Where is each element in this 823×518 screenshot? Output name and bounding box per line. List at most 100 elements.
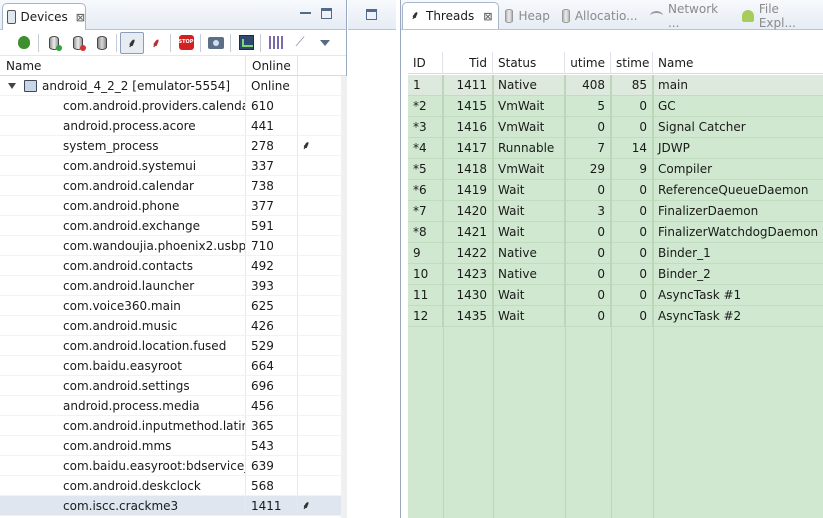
thread-id-cell: *5 <box>408 159 443 180</box>
process-row[interactable]: com.baidu.easyroot:bdservice_v 639 <box>0 456 341 476</box>
thread-stime-cell: 0 <box>611 96 653 117</box>
stop-process-button[interactable]: STOP <box>174 32 198 54</box>
process-port: 738 <box>246 176 298 195</box>
process-row[interactable]: com.android.inputmethod.latin 365 <box>0 416 341 436</box>
process-port: 426 <box>246 316 298 335</box>
thread-tid-cell: 1418 <box>443 159 493 180</box>
cause-gc-button[interactable] <box>90 32 114 54</box>
column-header-stime[interactable]: stime <box>611 52 653 74</box>
process-row[interactable]: com.voice360.main 625 <box>0 296 341 316</box>
threads-view: ⸙ Threads ⊠ Heap Allocatio... Network ... File… <box>400 0 823 518</box>
maximize-icon[interactable] <box>321 8 332 19</box>
screen-capture-icon <box>208 36 224 49</box>
thread-row[interactable]: 10 1423 Native 0 0 Binder_2 <box>408 264 823 285</box>
process-port: 696 <box>246 376 298 395</box>
thread-id-cell: 10 <box>408 264 443 285</box>
thread-row[interactable]: *8 1421 Wait 0 0 FinalizerWatchdogDaemon <box>408 222 823 243</box>
process-row[interactable]: com.iscc.crackme3 1411 ⸙ <box>0 496 341 516</box>
thread-row[interactable]: *2 1415 VmWait 5 0 GC <box>408 96 823 117</box>
update-threads-button[interactable]: ⸙ <box>120 31 144 54</box>
thread-row[interactable]: 11 1430 Wait 0 0 AsyncTask #1 <box>408 285 823 306</box>
process-row[interactable]: com.android.contacts 492 <box>0 256 341 276</box>
thread-name-cell: JDWP <box>658 141 690 155</box>
thread-row[interactable]: *6 1419 Wait 0 0 ReferenceQueueDaemon <box>408 180 823 201</box>
process-name: com.android.settings <box>0 376 246 395</box>
process-row[interactable]: com.android.exchange 591 <box>0 216 341 236</box>
expand-arrow-icon[interactable] <box>8 82 16 89</box>
update-threads-icon: ⸙ <box>127 35 137 50</box>
process-row[interactable]: com.android.providers.calenda 610 <box>0 96 341 116</box>
update-heap-button[interactable] <box>42 32 66 54</box>
process-name: com.android.mms <box>0 436 246 455</box>
process-row[interactable]: com.android.deskclock 568 <box>0 476 341 496</box>
thread-row[interactable]: 12 1435 Wait 0 0 AsyncTask #2 <box>408 306 823 327</box>
tab-file-explorer[interactable]: File Expl... <box>736 2 823 30</box>
process-row[interactable]: com.android.launcher 393 <box>0 276 341 296</box>
column-header-debug[interactable] <box>298 56 341 75</box>
device-row[interactable]: android_4_2_2 [emulator-5554] Online <box>0 76 341 96</box>
process-row[interactable]: com.android.mms 543 <box>0 436 341 456</box>
column-header-thread-name[interactable]: Name <box>653 52 823 74</box>
thread-row[interactable]: *7 1420 Wait 3 0 FinalizerDaemon <box>408 201 823 222</box>
thread-row[interactable]: *5 1418 VmWait 29 9 Compiler <box>408 159 823 180</box>
tab-allocation-tracker[interactable]: Allocatio... <box>556 2 644 29</box>
process-row[interactable]: system_process 278 ⸙ <box>0 136 341 156</box>
update-heap-icon <box>49 35 62 51</box>
thread-tid-cell: 1430 <box>443 285 493 306</box>
process-name: com.android.calendar <box>0 176 246 195</box>
restore-icon[interactable] <box>366 9 377 20</box>
device-monitor-icon <box>24 79 37 92</box>
devices-scrollbar[interactable] <box>341 76 347 518</box>
column-header-id[interactable]: ID <box>408 52 443 74</box>
dump-hprof-button[interactable] <box>66 32 90 54</box>
process-row[interactable]: com.android.calendar 738 <box>0 176 341 196</box>
systrace-button[interactable] <box>234 32 258 54</box>
tab-threads[interactable]: ⸙ Threads ⊠ <box>402 2 500 29</box>
process-row[interactable]: com.android.phone 377 <box>0 196 341 216</box>
process-name: com.android.providers.calenda <box>0 96 246 115</box>
thread-row[interactable]: *4 1417 Runnable 7 14 JDWP <box>408 138 823 159</box>
start-method-profiling-button[interactable]: ⸙ <box>144 32 168 54</box>
opengl-trace-button[interactable] <box>264 32 288 54</box>
tab-network-statistics[interactable]: Network ... <box>644 2 737 30</box>
close-icon[interactable]: ⊠ <box>483 10 492 23</box>
process-row[interactable]: com.baidu.easyroot 664 <box>0 356 341 376</box>
process-row[interactable]: android.process.acore 441 <box>0 116 341 136</box>
devices-tab[interactable]: Devices ⊠ <box>2 3 86 30</box>
screen-capture-button[interactable] <box>204 32 228 54</box>
debug-button[interactable] <box>12 32 36 54</box>
process-row[interactable]: com.android.music 426 <box>0 316 341 336</box>
process-row[interactable]: com.android.systemui 337 <box>0 156 341 176</box>
close-icon[interactable]: ⊠ <box>76 11 85 24</box>
minimize-icon[interactable] <box>300 8 311 14</box>
minimized-tabbar <box>348 0 396 30</box>
process-name: com.android.systemui <box>0 156 246 175</box>
thread-row[interactable]: 1 1411 Native 408 85 main <box>408 75 823 96</box>
process-row[interactable]: android.process.media 456 <box>0 396 341 416</box>
process-port: 337 <box>246 156 298 175</box>
thread-tid-cell: 1421 <box>443 222 493 243</box>
process-row[interactable]: com.wandoujia.phoenix2.usbpro 710 <box>0 236 341 256</box>
process-row[interactable]: com.android.location.fused 529 <box>0 336 341 356</box>
column-header-online[interactable]: Online <box>246 56 298 75</box>
thread-update-icon: ⸙ <box>302 139 311 152</box>
column-header-status[interactable]: Status <box>493 52 565 74</box>
column-header-utime[interactable]: utime <box>565 52 611 74</box>
process-status-cell <box>298 456 341 475</box>
edit-button[interactable]: ⟋ <box>288 32 312 54</box>
thread-name-cell: ReferenceQueueDaemon <box>658 183 809 197</box>
toolbar-separator <box>260 33 262 52</box>
thread-row[interactable]: *3 1416 VmWait 0 0 Signal Catcher <box>408 117 823 138</box>
process-port: 529 <box>246 336 298 355</box>
process-status-cell <box>298 196 341 215</box>
process-row[interactable]: com.android.settings 696 <box>0 376 341 396</box>
allocation-tracker-icon <box>561 8 570 23</box>
column-header-tid[interactable]: Tid <box>443 52 493 74</box>
process-status-cell <box>298 116 341 135</box>
tab-heap[interactable]: Heap <box>499 2 555 29</box>
column-header-name[interactable]: Name <box>0 56 246 75</box>
threads-table-header: ID Tid Status utime stime Name <box>408 52 823 74</box>
thread-row[interactable]: 9 1422 Native 0 0 Binder_1 <box>408 243 823 264</box>
view-menu-icon[interactable] <box>320 39 330 46</box>
thread-utime-cell: 0 <box>565 285 611 306</box>
